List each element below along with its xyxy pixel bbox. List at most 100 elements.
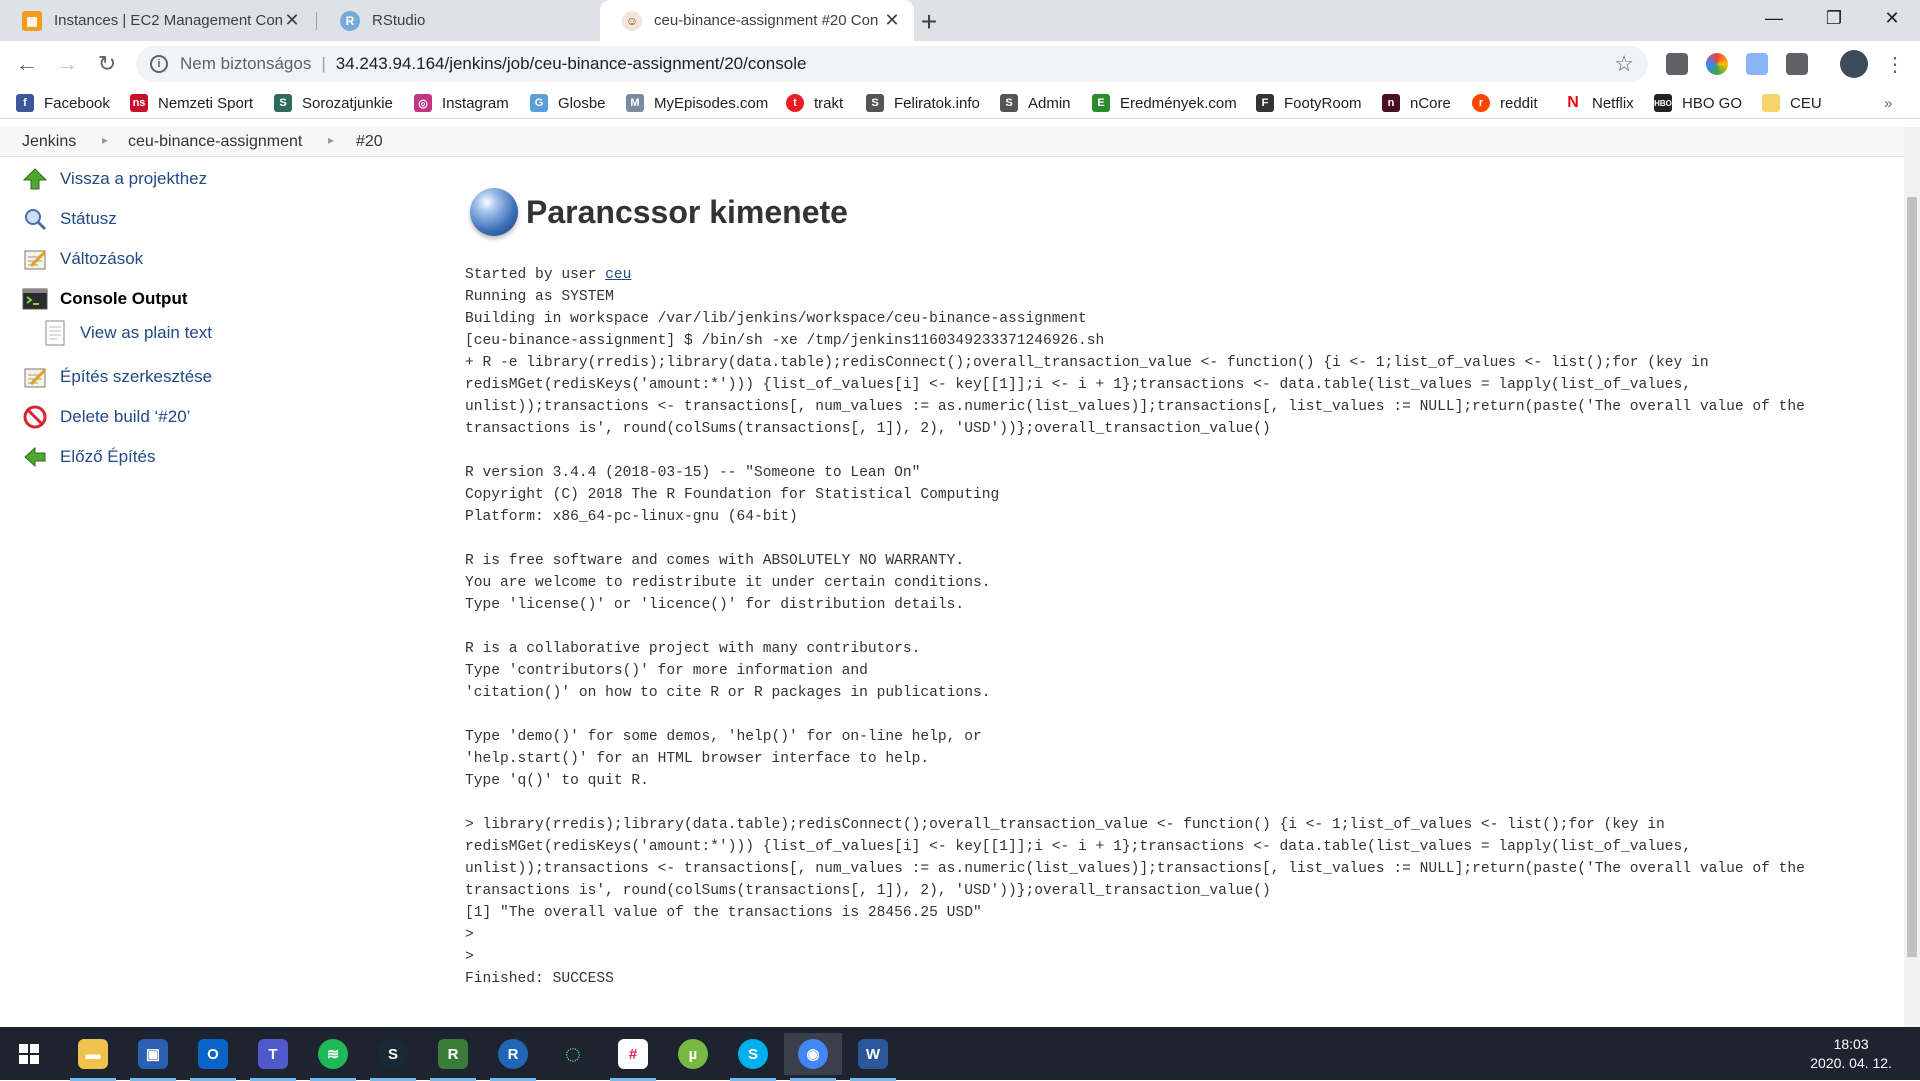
console-text: Running as SYSTEM Building in workspace … bbox=[465, 289, 1805, 987]
chevron-right-icon: ▸ bbox=[328, 133, 335, 147]
bookmark-glosbe[interactable]: G Glosbe bbox=[530, 93, 606, 113]
gmail-extension-icon[interactable] bbox=[1666, 53, 1688, 75]
loading-ring-icon: ◌ bbox=[558, 1038, 588, 1069]
taskbar-app-teams[interactable]: T bbox=[244, 1033, 302, 1081]
start-button[interactable] bbox=[0, 1033, 58, 1075]
bookmark-footyroom[interactable]: F FootyRoom bbox=[1256, 93, 1362, 113]
avatar[interactable] bbox=[1840, 50, 1868, 78]
feliratok-icon: S bbox=[866, 94, 884, 112]
bookmark-label: Feliratok.info bbox=[894, 94, 980, 112]
taskbar-app-rstudio-app[interactable]: R bbox=[424, 1033, 482, 1081]
bookmark-instagram[interactable]: ◎ Instagram bbox=[414, 93, 509, 113]
system-clock[interactable]: 18:03 2020. 04. 12. bbox=[1810, 1035, 1892, 1073]
bookmarks-overflow-button[interactable]: » bbox=[1884, 93, 1892, 113]
tab-title: Instances | EC2 Management Con bbox=[54, 12, 282, 29]
star-icon[interactable]: ☆ bbox=[1614, 51, 1634, 77]
taskbar-app-utorrent[interactable]: µ bbox=[664, 1033, 722, 1075]
chrome-icon: ◉ bbox=[798, 1039, 828, 1069]
bookmark-netflix[interactable]: N Netflix bbox=[1564, 93, 1634, 113]
bookmark-label: Glosbe bbox=[558, 94, 606, 112]
bookmark-label: Instagram bbox=[442, 94, 509, 112]
bookmark-reddit[interactable]: r reddit bbox=[1472, 93, 1538, 113]
task-changes[interactable]: Változások bbox=[22, 244, 143, 274]
build-status-ball-icon bbox=[470, 188, 518, 236]
bookmark-folder-ceu[interactable]: CEU bbox=[1762, 93, 1822, 113]
forward-button[interactable]: → bbox=[52, 49, 82, 79]
task-delete-build[interactable]: Delete build ‘#20’ bbox=[22, 402, 190, 432]
translate-extension-icon[interactable] bbox=[1746, 53, 1768, 75]
taskbar-app-slack[interactable]: # bbox=[604, 1033, 662, 1081]
taskbar-app-word[interactable]: W bbox=[844, 1033, 902, 1081]
hbo-go-icon: HBO bbox=[1654, 94, 1672, 112]
bookmark-myepisodes[interactable]: M MyEpisodes.com bbox=[626, 93, 768, 113]
task-console-output[interactable]: Console Output bbox=[22, 284, 187, 314]
user-link[interactable]: ceu bbox=[605, 267, 631, 283]
clock-time: 18:03 bbox=[1833, 1036, 1869, 1052]
address-bar[interactable]: i Nem biztonságos | 34.243.94.164/jenkin… bbox=[136, 46, 1648, 82]
teams-icon: T bbox=[258, 1039, 288, 1069]
aws-icon: ▦ bbox=[22, 10, 42, 31]
close-icon[interactable]: ✕ bbox=[282, 10, 302, 31]
breadcrumb-job[interactable]: ceu-binance-assignment bbox=[128, 133, 302, 151]
reload-button[interactable]: ↻ bbox=[92, 49, 122, 79]
page-scrollbar[interactable] bbox=[1904, 127, 1920, 1027]
jenkins-icon: ☺ bbox=[622, 10, 642, 31]
terminal-icon bbox=[22, 286, 48, 312]
task-label: Vissza a projekthez bbox=[60, 169, 208, 188]
taskbar-app-steam[interactable]: S bbox=[364, 1033, 422, 1081]
restore-button[interactable]: ❐ bbox=[1806, 0, 1862, 36]
taskbar-app-outlook[interactable]: O bbox=[184, 1033, 242, 1081]
bookmarks-bar: f Facebook ns Nemzeti Sport S Sorozatjunkie… bbox=[0, 87, 1920, 119]
windows-logo-icon bbox=[19, 1044, 39, 1064]
bookmark-hbo-go[interactable]: HBO HBO GO bbox=[1654, 93, 1742, 113]
new-tab-button[interactable]: + bbox=[914, 6, 944, 38]
task-previous-build[interactable]: Előző Építés bbox=[22, 442, 155, 472]
task-status[interactable]: Státusz bbox=[22, 204, 117, 234]
close-window-button[interactable]: ✕ bbox=[1864, 0, 1920, 36]
taskbar-app-chrome[interactable]: ◉ bbox=[784, 1033, 842, 1081]
tab-jenkins-console[interactable]: ☺ ceu-binance-assignment #20 Con ✕ bbox=[600, 0, 914, 41]
bookmark-ncore[interactable]: n nCore bbox=[1382, 93, 1451, 113]
task-edit-build[interactable]: Építés szerkesztése bbox=[22, 362, 212, 392]
bookmark-sorozatjunkie[interactable]: S Sorozatjunkie bbox=[274, 93, 393, 113]
task-back-to-project[interactable]: Vissza a projekthez bbox=[22, 164, 207, 194]
bookmark-trakt[interactable]: t trakt bbox=[786, 93, 843, 113]
bookmark-nemzeti-sport[interactable]: ns Nemzeti Sport bbox=[130, 93, 253, 113]
info-icon[interactable]: i bbox=[150, 55, 168, 73]
taskbar-app-loading-ring[interactable]: ◌ bbox=[544, 1033, 602, 1075]
taskbar-app-r[interactable]: R bbox=[484, 1033, 542, 1081]
menu-dots-icon[interactable]: ⋮ bbox=[1880, 49, 1910, 79]
minimize-button[interactable]: — bbox=[1746, 0, 1802, 36]
tab-separator bbox=[316, 12, 317, 30]
tab-rstudio[interactable]: R RStudio ✕ bbox=[318, 0, 632, 41]
scrollbar-thumb[interactable] bbox=[1907, 197, 1917, 957]
taskbar-app-skype[interactable]: S bbox=[724, 1033, 782, 1081]
breadcrumb-jenkins[interactable]: Jenkins bbox=[22, 133, 76, 151]
task-label: Státusz bbox=[60, 209, 117, 228]
skype-icon: S bbox=[738, 1039, 768, 1069]
task-label: Delete build ‘#20’ bbox=[60, 407, 191, 426]
word-icon: W bbox=[858, 1039, 888, 1069]
tab-ec2[interactable]: ▦ Instances | EC2 Management Con ✕ bbox=[0, 0, 314, 41]
chevron-right-icon: ▸ bbox=[102, 133, 109, 147]
tab-title: ceu-binance-assignment #20 Con bbox=[654, 12, 879, 29]
close-icon[interactable]: ✕ bbox=[882, 10, 902, 31]
notepad-icon bbox=[22, 364, 48, 390]
taskbar-app-save[interactable]: ▣ bbox=[124, 1033, 182, 1081]
bookmark-admin[interactable]: S Admin bbox=[1000, 93, 1071, 113]
eredmenyek-icon: E bbox=[1092, 94, 1110, 112]
breadcrumb-build[interactable]: #20 bbox=[356, 133, 383, 151]
trakt-icon: t bbox=[786, 94, 804, 112]
color-picker-extension-icon[interactable] bbox=[1706, 53, 1728, 75]
bookmark-facebook[interactable]: f Facebook bbox=[16, 93, 110, 113]
back-button[interactable]: ← bbox=[12, 49, 42, 79]
admin-icon: S bbox=[1000, 94, 1018, 112]
bookmark-eredmenyek[interactable]: E Eredmények.com bbox=[1092, 93, 1237, 113]
bookmark-label: reddit bbox=[1500, 94, 1538, 112]
left-arrow-icon bbox=[22, 444, 48, 470]
taskbar-app-file-explorer[interactable]: ▬ bbox=[64, 1033, 122, 1081]
facebook-extension-icon[interactable] bbox=[1786, 53, 1808, 75]
taskbar-app-spotify[interactable]: ≋ bbox=[304, 1033, 362, 1081]
bookmark-feliratok[interactable]: S Feliratok.info bbox=[866, 93, 980, 113]
task-view-plain-text[interactable]: View as plain text bbox=[42, 318, 212, 348]
